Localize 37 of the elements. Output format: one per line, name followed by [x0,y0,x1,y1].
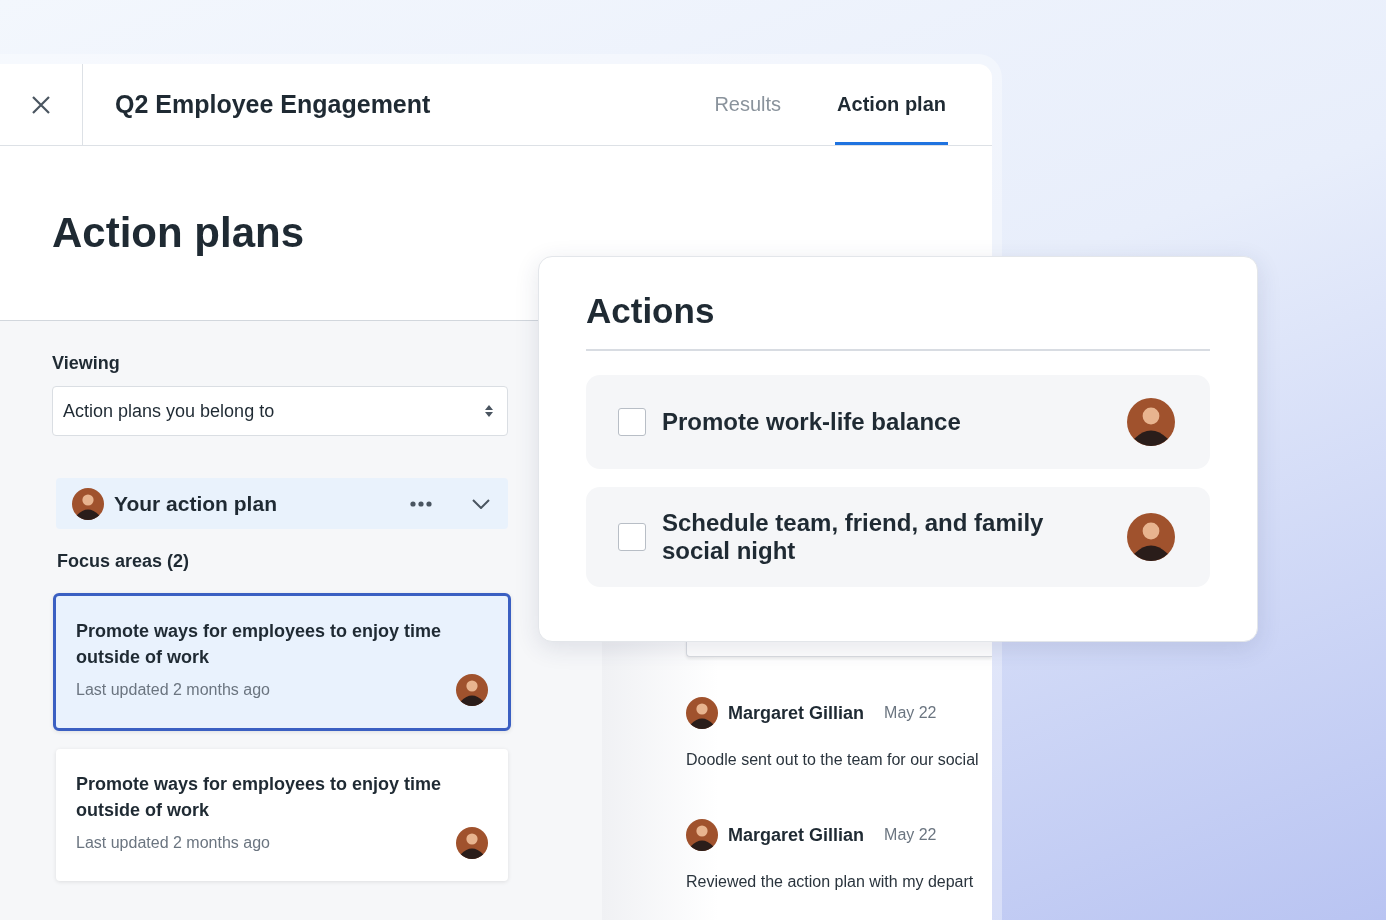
comment-text: Reviewed the action plan with my depart [686,873,975,891]
comment-text: Doodle sent out to the team for our social [686,751,980,769]
action-item[interactable]: Schedule team, friend, and family social night [586,487,1210,587]
sort-arrows-icon [485,405,493,417]
avatar [686,819,718,851]
close-icon [31,94,51,115]
chevron-down-icon[interactable] [472,498,490,509]
avatar [72,487,104,520]
comment-author: Margaret Gillian [728,702,865,724]
updated-text: Last updated 2 months ago [76,681,270,699]
more-icon[interactable] [410,500,432,507]
action-label: Schedule team, friend, and family social night [662,509,1045,565]
checkbox[interactable] [618,408,646,436]
focus-area-title: Promote ways for employees to enjoy time outside of work [76,773,443,822]
select-field[interactable]: Action plans you belong to [52,386,508,436]
comment-date: May 22 [884,826,937,844]
window-title: Q2 Employee Engagement [115,90,432,119]
section-heading: Focus areas (2) [57,551,191,572]
focus-area-title: Promote ways for employees to enjoy time outside of work [76,620,443,669]
avatar [1127,513,1175,561]
page-title: Action plans [52,209,305,257]
updated-text: Last updated 2 months ago [76,834,270,852]
action-label: Promote work-life balance [662,408,962,436]
focus-area-card[interactable]: Promote ways for employees to enjoy time outside of work Last updated 2 months ago [56,749,508,881]
plan-title: Your action plan [114,491,278,516]
avatar [456,827,488,859]
avatar [1127,398,1175,446]
plan-header[interactable]: Your action plan [56,478,508,529]
avatar [456,674,488,706]
comment-date: May 22 [884,704,937,722]
panel-title: Actions [586,291,716,331]
field-label: Viewing [52,353,121,374]
action-item[interactable]: Promote work-life balance [586,375,1210,469]
checkbox[interactable] [618,523,646,551]
avatar [686,697,718,729]
comment-author: Margaret Gillian [728,824,865,846]
focus-area-card[interactable]: Promote ways for employees to enjoy time outside of work Last updated 2 months ago [53,593,511,731]
